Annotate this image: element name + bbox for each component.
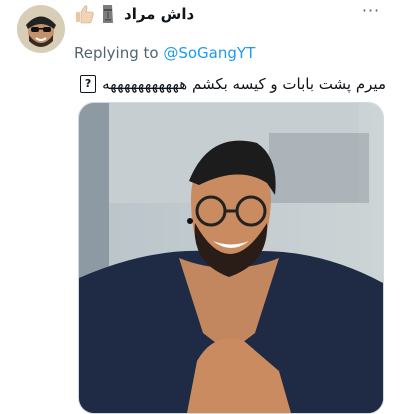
tweet-body: میرم پشت بابات و کیسه بکشم هههههههههههه xyxy=(102,75,386,93)
reply-handle-link[interactable]: @SoGangYT xyxy=(163,44,255,62)
display-name[interactable]: داش مراد xyxy=(124,5,194,23)
reply-prefix: Replying to xyxy=(74,44,159,62)
avatar[interactable] xyxy=(17,5,65,53)
thumbs-up-icon xyxy=(74,3,96,25)
moai-icon xyxy=(100,3,116,25)
tweet-text: ? میرم پشت بابات و کیسه بکشم ههههههههههه… xyxy=(74,72,386,96)
unknown-glyph-icon: ? xyxy=(80,75,97,93)
more-horizontal-icon[interactable]: ··· xyxy=(360,3,382,22)
replying-to: Replying to @SoGangYT xyxy=(74,44,255,62)
tweet-media-image[interactable] xyxy=(78,102,384,414)
tweet-header: داش مراد ··· xyxy=(74,3,386,26)
